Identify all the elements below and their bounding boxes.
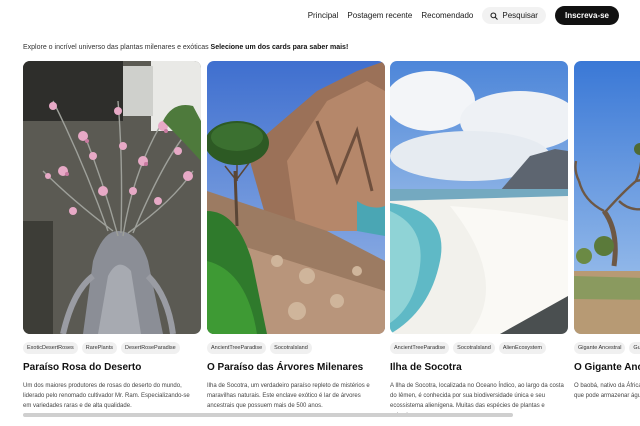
card-gigante-ancestral[interactable]: Gigante Ancestral Guard O Gigante Ancest… [574,61,640,401]
card-image-desert-rose [23,61,201,334]
search-button[interactable]: Pesquisar [482,7,546,24]
card-description: Um dos maiores produtores de rosas do de… [23,383,190,409]
card-tags: AncientTreeParadise SocotraIsland AlienE… [390,342,568,354]
tag-ancienttreeparadise[interactable]: AncientTreeParadise [390,342,450,354]
card-title: O Paraíso das Árvores Milenares [207,362,364,373]
nav-link-postagem-recente[interactable]: Postagem recente [347,11,412,20]
card-image-socotra-beach [390,61,568,334]
card-description: Ilha de Socotra, um verdadeiro paraíso r… [207,383,370,409]
card-arvores-milenares[interactable]: AncientTreeParadise SocotraIsland O Para… [207,61,385,411]
intro-cta: Selecione um dos cards para saber mais! [210,44,349,51]
card-title: Ilha de Socotra [390,362,462,373]
intro-lead: Explore o incrível universo das plantas … [23,44,209,51]
card-tags: ExoticDesertRoses RarePlants DesertRoseP… [23,342,201,354]
card-description: O baobá, nativo da África, é conhecido p… [574,383,640,399]
top-nav: Principal Postagem recente Recomendado P… [308,6,619,25]
card-carousel: ExoticDesertRoses RarePlants DesertRoseP… [23,61,640,421]
search-label: Pesquisar [502,11,538,20]
card-image-dragon-tree [207,61,385,334]
tag-socotraisland[interactable]: SocotraIsland [270,342,312,354]
search-icon [490,11,499,20]
tag-rareplants[interactable]: RarePlants [81,342,117,354]
card-ilha-socotra[interactable]: AncientTreeParadise SocotraIsland AlienE… [390,61,568,421]
nav-link-recomendado[interactable]: Recomendado [421,11,473,20]
tag-ancienttreeparadise[interactable]: AncientTreeParadise [207,342,267,354]
tag-desertroseparadise[interactable]: DesertRoseParadise [121,342,180,354]
tag-socotraisland[interactable]: SocotraIsland [453,342,495,354]
card-tags: Gigante Ancestral Guard [574,342,640,354]
tag-alienecosystem[interactable]: AlienEcosystem [498,342,546,354]
card-title: O Gigante Ancestral [574,362,640,373]
tag-gigante-ancestral[interactable]: Gigante Ancestral [574,342,626,354]
card-paraiso-rosa[interactable]: ExoticDesertRoses RarePlants DesertRoseP… [23,61,201,411]
card-title: Paraíso Rosa do Deserto [23,362,142,373]
nav-link-principal[interactable]: Principal [308,11,339,20]
horizontal-scrollbar[interactable] [23,413,513,417]
tag-guard[interactable]: Guard [629,342,640,354]
card-tags: AncientTreeParadise SocotraIsland [207,342,385,354]
tag-exoticdesertroses[interactable]: ExoticDesertRoses [23,342,78,354]
card-image-baobab [574,61,640,334]
subscribe-button[interactable]: Inscreva-se [554,6,619,25]
intro-text: Explore o incrível universo das plantas … [23,44,348,51]
